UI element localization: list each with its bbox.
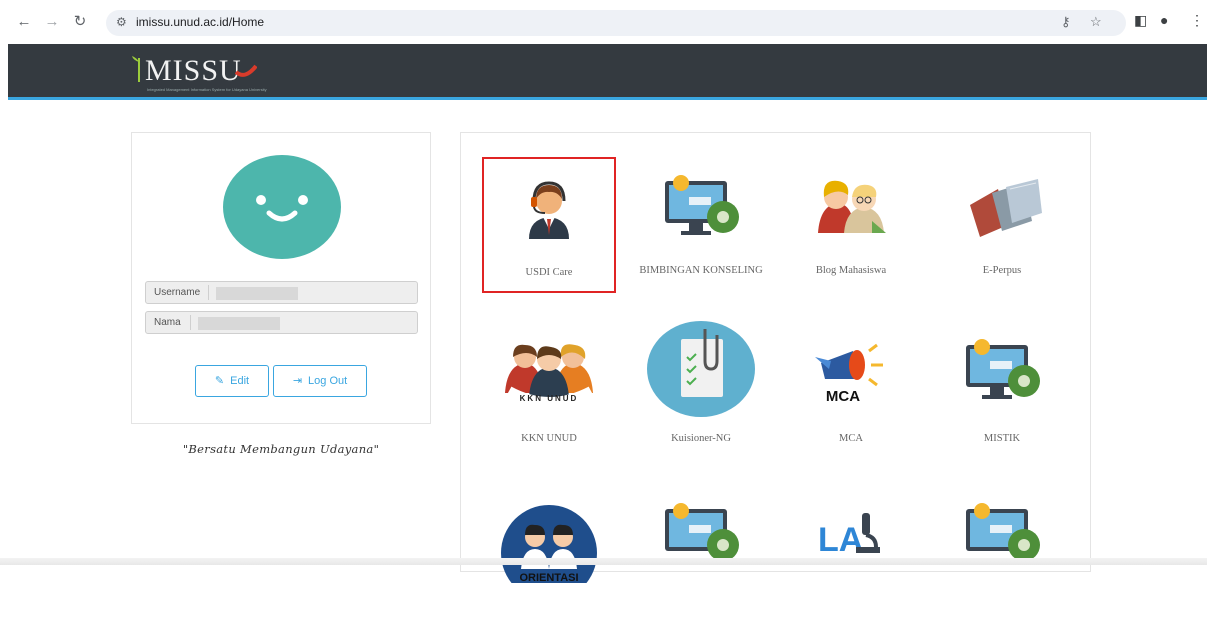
app-kkn-unud[interactable]: KKN UNUD KKN UNUD: [482, 321, 616, 457]
window-bottom-edge: [0, 558, 1207, 565]
leaf-icon: [132, 56, 140, 82]
star-icon[interactable]: ☆: [1090, 14, 1102, 30]
app-blog-mahasiswa[interactable]: Blog Mahasiswa: [784, 157, 918, 293]
forward-icon[interactable]: →: [42, 12, 62, 32]
app-row3-2[interactable]: [634, 485, 768, 621]
site-header: MISSU Integrated Management Information …: [8, 44, 1207, 100]
app-row3-3[interactable]: LA: [784, 485, 918, 621]
app-mca[interactable]: MCA MCA: [784, 321, 918, 457]
back-icon[interactable]: ←: [14, 12, 34, 32]
app-row3-4[interactable]: [935, 485, 1069, 621]
megaphone-icon: MCA: [815, 343, 883, 405]
reload-icon[interactable]: ↻: [70, 12, 90, 32]
svg-text:ORIENTASI: ORIENTASI: [519, 572, 578, 583]
clipboard-icon: [647, 321, 755, 417]
kkn-group-icon: KKN UNUD: [505, 344, 594, 405]
key-icon[interactable]: ⚷: [1061, 14, 1071, 30]
app-kuisioner-ng[interactable]: Kuisioner-NG: [634, 321, 768, 457]
logo-tagline: Integrated Management Information System…: [147, 87, 267, 92]
motto-text: "Bersatu Membangun Udayana": [182, 442, 380, 456]
blog-people-icon: [818, 180, 886, 233]
app-usdi-care[interactable]: USDI Care: [482, 157, 616, 293]
microscope-icon: LA: [818, 513, 880, 559]
logout-button[interactable]: ⇥ Log Out: [273, 365, 367, 397]
monitor-gear-icon: [665, 503, 739, 561]
logo-swoosh-icon: [235, 64, 257, 77]
name-field: Nama: [145, 311, 418, 334]
monitor-gear-icon: [665, 175, 739, 235]
app-orientasi[interactable]: ORIENTASI: [482, 485, 616, 621]
svg-text:LA: LA: [818, 521, 863, 559]
profile-card: Username Nama ✎ Edit ⇥ Log Out: [131, 132, 431, 424]
svg-text:MCA: MCA: [826, 388, 860, 405]
username-label: Username: [154, 287, 201, 298]
site-info-icon[interactable]: ⚙: [116, 15, 127, 29]
logo-text: MISSU: [145, 54, 242, 87]
url-text[interactable]: imissu.unud.ac.id/Home: [136, 15, 264, 29]
app-grid: USDI Care BIMBINGAN KONSELING Blog Mahas…: [460, 132, 1091, 583]
menu-icon[interactable]: ⋮: [1190, 12, 1204, 29]
logout-icon: ⇥: [292, 375, 303, 387]
browser-toolbar: ← → ↻ ⚙ imissu.unud.ac.id/Home ⚷ ☆ ◧ ● ⋮: [0, 0, 1207, 44]
edit-icon: ✎: [214, 375, 225, 387]
smiley-avatar: [223, 155, 341, 259]
username-value: [216, 287, 298, 300]
headset-person-icon: [529, 181, 569, 239]
orientasi-icon: ORIENTASI: [501, 505, 597, 583]
profile-icon[interactable]: ●: [1160, 12, 1168, 28]
name-value: [198, 317, 280, 330]
books-icon: [970, 179, 1042, 237]
app-e-perpus[interactable]: E-Perpus: [935, 157, 1069, 293]
name-label: Nama: [154, 317, 181, 328]
username-field: Username: [145, 281, 418, 304]
svg-text:KKN UNUD: KKN UNUD: [520, 394, 579, 403]
app-mistik[interactable]: MISTIK: [935, 321, 1069, 457]
monitor-gear-icon: [966, 503, 1040, 561]
edit-button[interactable]: ✎ Edit: [195, 365, 269, 397]
monitor-gear-icon: [966, 339, 1040, 399]
side-panel-icon[interactable]: ◧: [1134, 12, 1147, 29]
app-bimbingan-konseling[interactable]: BIMBINGAN KONSELING: [634, 157, 768, 293]
address-bar[interactable]: ⚙ imissu.unud.ac.id/Home ⚷ ☆: [106, 10, 1126, 36]
